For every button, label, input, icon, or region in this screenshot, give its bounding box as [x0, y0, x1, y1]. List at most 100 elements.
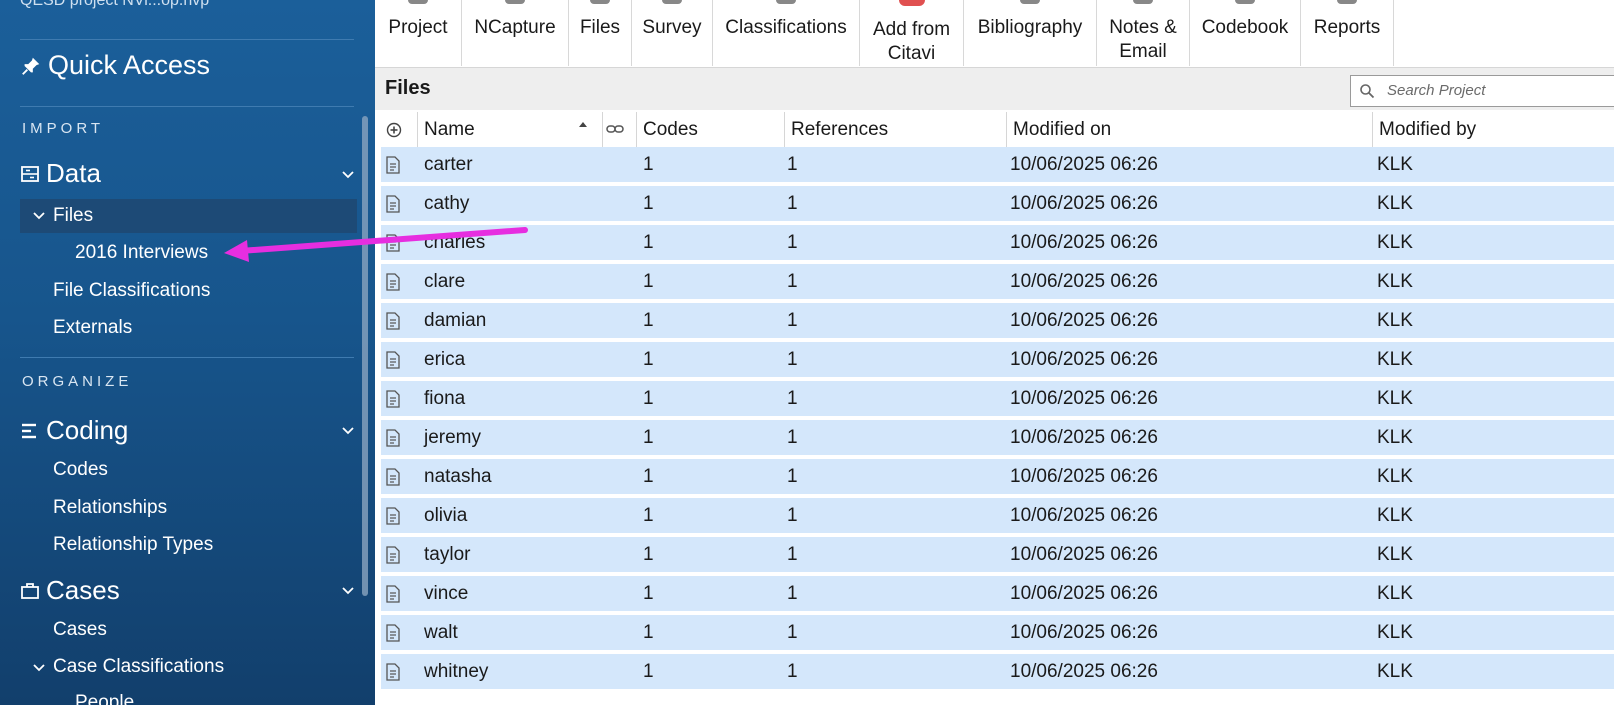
sidebar-item-file-classifications[interactable]: File Classifications	[53, 280, 210, 302]
project-label: Project	[388, 17, 448, 38]
cell-modified-on: 10/06/2025 06:26	[1010, 349, 1158, 370]
cell-modified-on: 10/06/2025 06:26	[1010, 505, 1158, 526]
table-row[interactable]: clare 1 1 10/06/2025 06:26 KLK	[381, 264, 1614, 301]
sidebar-scrollbar[interactable]	[362, 116, 368, 596]
reports-button[interactable]: Reports	[1301, 0, 1394, 66]
cell-modified-on: 10/06/2025 06:26	[1010, 193, 1158, 214]
reports-label: Reports	[1313, 17, 1381, 38]
cell-name: cathy	[424, 193, 470, 214]
cell-codes: 1	[643, 622, 654, 643]
sidebar-item-externals[interactable]: Externals	[53, 317, 132, 339]
table-row[interactable]: walt 1 1 10/06/2025 06:26 KLK	[381, 615, 1614, 652]
column-header-modified-on[interactable]: Modified on	[1006, 112, 1372, 148]
cell-name: walt	[424, 622, 458, 643]
add-column-header[interactable]	[381, 112, 417, 148]
table-row[interactable]: jeremy 1 1 10/06/2025 06:26 KLK	[381, 420, 1614, 457]
reports-icon	[1337, 0, 1357, 4]
table-row[interactable]: olivia 1 1 10/06/2025 06:26 KLK	[381, 498, 1614, 535]
chevron-down-icon[interactable]	[341, 168, 355, 182]
chevron-down-icon[interactable]	[33, 662, 45, 674]
cases-icon	[21, 582, 39, 599]
notes-label-2: Email	[1119, 41, 1167, 62]
sidebar-item-relationship-types[interactable]: Relationship Types	[53, 534, 213, 556]
cell-codes: 1	[643, 154, 654, 175]
column-header-codes[interactable]: Codes	[636, 112, 784, 148]
document-icon	[386, 156, 400, 174]
table-row[interactable]: vince 1 1 10/06/2025 06:26 KLK	[381, 576, 1614, 613]
cell-references: 1	[787, 661, 798, 682]
cell-name: olivia	[424, 505, 468, 526]
table-row[interactable]: charles 1 1 10/06/2025 06:26 KLK	[381, 225, 1614, 262]
cell-codes: 1	[643, 310, 654, 331]
notes-icon	[1133, 0, 1153, 4]
cell-codes: 1	[643, 466, 654, 487]
cell-codes: 1	[643, 349, 654, 370]
column-header-name[interactable]: Name	[417, 112, 602, 148]
table-row[interactable]: taylor 1 1 10/06/2025 06:26 KLK	[381, 537, 1614, 574]
survey-button[interactable]: Survey	[632, 0, 713, 66]
cell-modified-on: 10/06/2025 06:26	[1010, 583, 1158, 604]
cell-modified-by: KLK	[1377, 466, 1413, 487]
coding-icon	[22, 423, 36, 438]
codebook-button[interactable]: Codebook	[1190, 0, 1301, 66]
group-data[interactable]: Data	[20, 158, 101, 189]
sidebar-item-codes[interactable]: Codes	[53, 459, 108, 481]
sidebar-item-2016-interviews[interactable]: 2016 Interviews	[75, 242, 208, 264]
table-row[interactable]: damian 1 1 10/06/2025 06:26 KLK	[381, 303, 1614, 340]
table-row[interactable]: whitney 1 1 10/06/2025 06:26 KLK	[381, 654, 1614, 691]
column-header-references[interactable]: References	[784, 112, 1006, 148]
group-cases[interactable]: Cases	[20, 575, 120, 606]
ncapture-label: NCapture	[474, 17, 556, 38]
table-row[interactable]: cathy 1 1 10/06/2025 06:26 KLK	[381, 186, 1614, 223]
document-icon	[386, 663, 400, 681]
add-from-citavi-button[interactable]: Add from Citavi	[860, 0, 964, 66]
navigation-sidebar: QESD project NVi...op.nvp Quick Access I…	[0, 0, 375, 705]
panel-title: Files	[385, 77, 431, 99]
search-icon	[1360, 84, 1375, 99]
sidebar-item-cases[interactable]: Cases	[53, 619, 107, 641]
table-row[interactable]: fiona 1 1 10/06/2025 06:26 KLK	[381, 381, 1614, 418]
table-row[interactable]: natasha 1 1 10/06/2025 06:26 KLK	[381, 459, 1614, 496]
add-column-icon	[386, 122, 402, 138]
cell-modified-on: 10/06/2025 06:26	[1010, 232, 1158, 253]
cell-modified-on: 10/06/2025 06:26	[1010, 154, 1158, 175]
cell-modified-on: 10/06/2025 06:26	[1010, 427, 1158, 448]
chevron-down-icon[interactable]	[341, 584, 355, 598]
cell-references: 1	[787, 544, 798, 565]
bibliography-button[interactable]: Bibliography	[964, 0, 1097, 66]
search-input[interactable]: Search Project	[1350, 75, 1614, 107]
quick-access-label: Quick Access	[48, 50, 211, 80]
notes-email-button[interactable]: Notes & Email	[1097, 0, 1190, 66]
cell-codes: 1	[643, 427, 654, 448]
cell-codes: 1	[643, 271, 654, 292]
cell-name: erica	[424, 349, 466, 370]
group-cases-label: Cases	[46, 575, 120, 605]
citavi-icon	[898, 0, 925, 6]
sidebar-item-people[interactable]: People	[75, 692, 134, 705]
project-button[interactable]: Project	[375, 0, 462, 66]
column-header-link[interactable]	[602, 112, 636, 148]
divider	[20, 106, 354, 107]
cell-name: jeremy	[424, 427, 482, 448]
document-icon	[386, 624, 400, 642]
files-button[interactable]: Files	[569, 0, 632, 66]
group-coding-label: Coding	[46, 415, 129, 445]
table-row[interactable]: erica 1 1 10/06/2025 06:26 KLK	[381, 342, 1614, 379]
sidebar-item-case-classifications[interactable]: Case Classifications	[53, 656, 224, 678]
column-header-modified-by[interactable]: Modified by	[1372, 112, 1614, 148]
cell-name: damian	[424, 310, 487, 331]
sidebar-item-relationships[interactable]: Relationships	[53, 497, 167, 519]
quick-access-header[interactable]: Quick Access	[20, 50, 210, 81]
sidebar-item-files[interactable]: Files	[53, 205, 93, 227]
cell-modified-by: KLK	[1377, 583, 1413, 604]
cell-name: vince	[424, 583, 469, 604]
cell-codes: 1	[643, 388, 654, 409]
table-row[interactable]: carter 1 1 10/06/2025 06:26 KLK	[381, 147, 1614, 184]
document-icon	[386, 429, 400, 447]
chevron-down-icon[interactable]	[33, 210, 45, 222]
classifications-button[interactable]: Classifications	[713, 0, 860, 66]
cell-name: charles	[424, 232, 486, 253]
ncapture-button[interactable]: NCapture	[462, 0, 569, 66]
group-coding[interactable]: Coding	[20, 415, 128, 446]
chevron-down-icon[interactable]	[341, 424, 355, 438]
